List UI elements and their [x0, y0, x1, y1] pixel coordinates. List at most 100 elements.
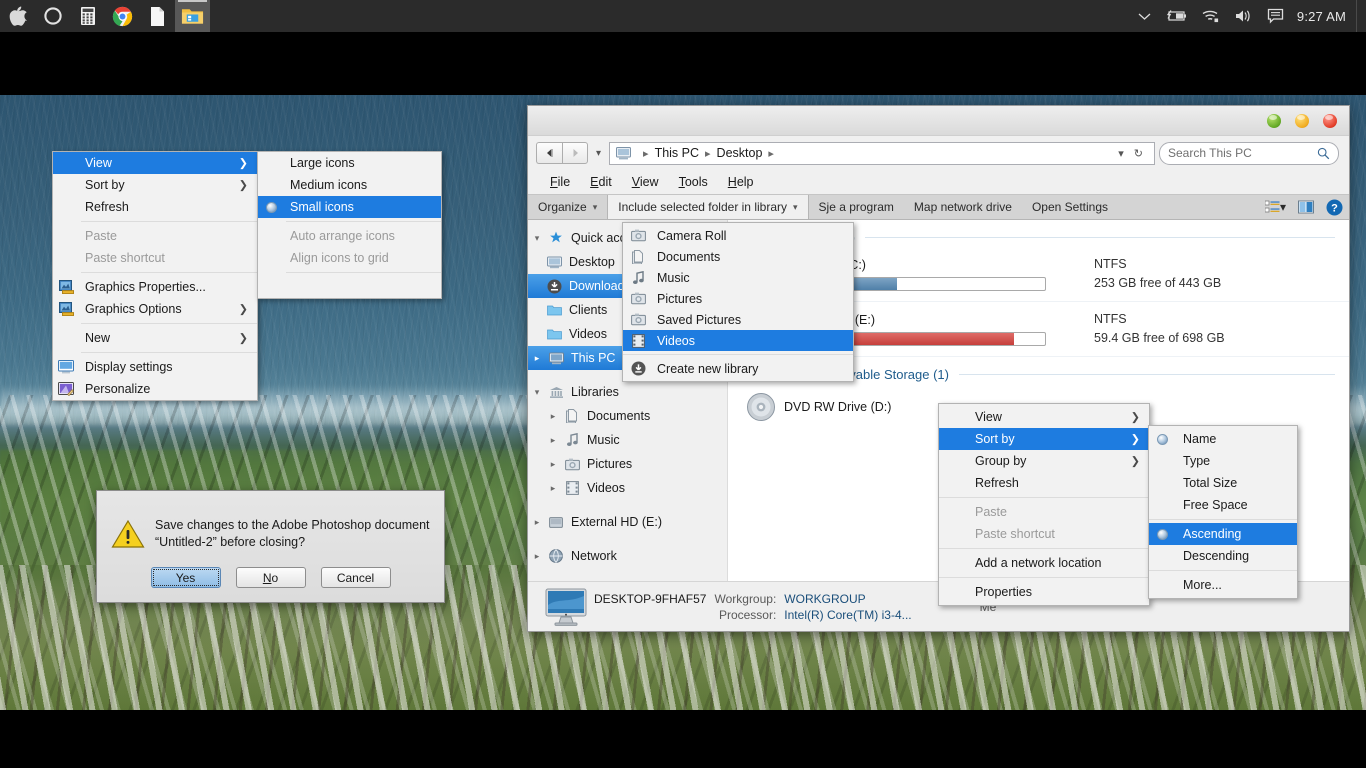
tray-clock[interactable]: 9:27 AM	[1291, 9, 1356, 24]
nav-item-music[interactable]: ▸ Music	[528, 428, 727, 452]
view-item-show-desktop-icons[interactable]	[258, 276, 441, 298]
nav-item-network[interactable]: ▸ Network	[528, 544, 727, 568]
menu-separator	[81, 272, 257, 273]
breadcrumb-item-desktop[interactable]: Desktop	[717, 146, 763, 160]
menu-edit[interactable]: Edit	[580, 175, 622, 189]
twisty-icon[interactable]: ▸	[528, 551, 546, 562]
twisty-icon[interactable]: ▸	[544, 411, 562, 422]
nav-item-documents[interactable]: ▸ Documents	[528, 404, 727, 428]
desktop-item-graphics-properties[interactable]: Graphics Properties...	[53, 276, 257, 298]
sortby-item-ascending[interactable]: Ascending	[1149, 523, 1297, 545]
breadcrumb-item-this-pc[interactable]: This PC	[655, 146, 699, 160]
sortby-item-type[interactable]: Type	[1149, 450, 1297, 472]
preview-pane-button[interactable]	[1292, 195, 1320, 219]
menu-view[interactable]: View	[622, 175, 669, 189]
nav-item-pictures[interactable]: ▸ Pictures	[528, 452, 727, 476]
help-button[interactable]: ?	[1320, 195, 1349, 219]
twisty-icon[interactable]: ▸	[544, 483, 562, 494]
open-settings-button[interactable]: Open Settings	[1022, 195, 1118, 219]
svg-text:?: ?	[1331, 202, 1338, 214]
sortby-item-descending[interactable]: Descending	[1149, 545, 1297, 567]
ctx-item-add-network-location[interactable]: Add a network location	[939, 552, 1149, 574]
breadcrumb-history-icon[interactable]: ▾	[1113, 147, 1129, 160]
back-button[interactable]	[536, 142, 562, 164]
view-item-medium-icons[interactable]: Medium icons	[258, 174, 441, 196]
tray-action-center-button[interactable]	[1260, 0, 1291, 32]
menu-file[interactable]: File	[540, 175, 580, 189]
search-input[interactable]: Search This PC	[1159, 141, 1339, 165]
uninstall-program-button[interactable]: Sje a program	[809, 195, 904, 219]
sortby-item-name[interactable]: Name	[1149, 428, 1297, 450]
library-item-pictures[interactable]: Pictures	[623, 288, 853, 309]
view-item-large-icons[interactable]: Large icons	[258, 152, 441, 174]
ctx-item-group-by[interactable]: Group by ❯	[939, 450, 1149, 472]
nav-item-libraries[interactable]: ▾ Libraries	[528, 380, 727, 404]
recent-locations-button[interactable]: ▾	[588, 148, 609, 159]
blank-icon	[1149, 545, 1175, 567]
desktop-item-new[interactable]: New ❯	[53, 327, 257, 349]
twisty-icon[interactable]: ▸	[544, 459, 562, 470]
twisty-icon[interactable]: ▸	[528, 353, 546, 364]
taskbar-file-explorer-button[interactable]	[175, 0, 210, 32]
tray-battery-button[interactable]	[1158, 0, 1194, 32]
map-network-drive-button[interactable]: Map network drive	[904, 195, 1022, 219]
view-item-auto-arrange: Auto arrange icons	[258, 225, 441, 247]
tray-volume-button[interactable]	[1227, 0, 1260, 32]
desktop-item-view[interactable]: View ❯	[53, 152, 257, 174]
forward-button[interactable]	[562, 142, 588, 164]
twisty-icon[interactable]: ▾	[528, 233, 546, 244]
taskbar-cortana-button[interactable]	[35, 0, 70, 32]
tray-wifi-button[interactable]	[1194, 0, 1227, 32]
nav-item-videos-lib[interactable]: ▸ Videos	[528, 476, 727, 500]
close-button[interactable]	[1323, 113, 1337, 128]
explorer-titlebar[interactable]	[528, 106, 1349, 136]
menu-help[interactable]: Help	[718, 175, 764, 189]
tray-show-hidden-button[interactable]	[1131, 0, 1158, 32]
library-item-music[interactable]: Music	[623, 267, 853, 288]
breadcrumb[interactable]: ▸ This PC ▸ Desktop ▸ ▾ ↻	[609, 141, 1155, 165]
nav-item-external-hd[interactable]: ▸ External HD (E:)	[528, 510, 727, 534]
desktop-item-personalize[interactable]: Personalize	[53, 378, 257, 400]
include-in-library-button[interactable]: Include selected folder in library ▾	[607, 195, 809, 219]
taskbar-chrome-button[interactable]	[105, 0, 140, 32]
organize-button[interactable]: Organize ▾	[528, 195, 607, 219]
maximize-button[interactable]	[1295, 113, 1309, 128]
nav-label: External HD (E:)	[571, 515, 662, 529]
menu-separator	[81, 323, 257, 324]
taskbar-app-buttons	[0, 0, 210, 32]
no-button[interactable]: No	[235, 567, 306, 588]
library-item-documents[interactable]: Documents	[623, 246, 853, 267]
sortby-item-more[interactable]: More...	[1149, 574, 1297, 596]
change-view-button[interactable]: ▾	[1259, 195, 1292, 219]
cancel-button[interactable]: Cancel	[320, 567, 391, 588]
library-item-camera-roll[interactable]: Camera Roll	[623, 225, 853, 246]
library-item-videos[interactable]: Videos	[623, 330, 853, 351]
desktop-item-refresh[interactable]: Refresh	[53, 196, 257, 218]
ctx-item-refresh[interactable]: Refresh	[939, 472, 1149, 494]
minimize-button[interactable]	[1267, 113, 1281, 128]
desktop-item-graphics-options[interactable]: Graphics Options ❯	[53, 298, 257, 320]
taskbar-calculator-button[interactable]	[70, 0, 105, 32]
yes-button[interactable]: Yes	[150, 567, 221, 588]
ctx-item-sort-by[interactable]: Sort by ❯	[939, 428, 1149, 450]
desktop-item-display-settings[interactable]: Display settings	[53, 356, 257, 378]
view-item-small-icons[interactable]: Small icons	[258, 196, 441, 218]
library-item-saved-pictures[interactable]: Saved Pictures	[623, 309, 853, 330]
taskbar-document-button[interactable]	[140, 0, 175, 32]
show-desktop-button[interactable]	[1356, 0, 1362, 32]
twisty-icon[interactable]: ▸	[544, 435, 562, 446]
menu-tools[interactable]: Tools	[669, 175, 718, 189]
ctx-item-view[interactable]: View ❯	[939, 406, 1149, 428]
sortby-item-total-size[interactable]: Total Size	[1149, 472, 1297, 494]
twisty-icon[interactable]: ▸	[528, 517, 546, 528]
sortby-item-free-space[interactable]: Free Space	[1149, 494, 1297, 516]
library-item-create-new[interactable]: Create new library	[623, 358, 853, 379]
taskbar-apple-logo-button[interactable]	[0, 0, 35, 32]
desktop-item-sort-by[interactable]: Sort by ❯	[53, 174, 257, 196]
library-label: Camera Roll	[657, 228, 727, 243]
refresh-icon[interactable]: ↻	[1129, 147, 1148, 160]
ctx-item-properties[interactable]: Properties	[939, 581, 1149, 603]
twisty-icon[interactable]: ▾	[528, 387, 546, 398]
status-key-processor: Processor:	[718, 607, 777, 622]
nav-label: Desktop	[569, 255, 615, 269]
